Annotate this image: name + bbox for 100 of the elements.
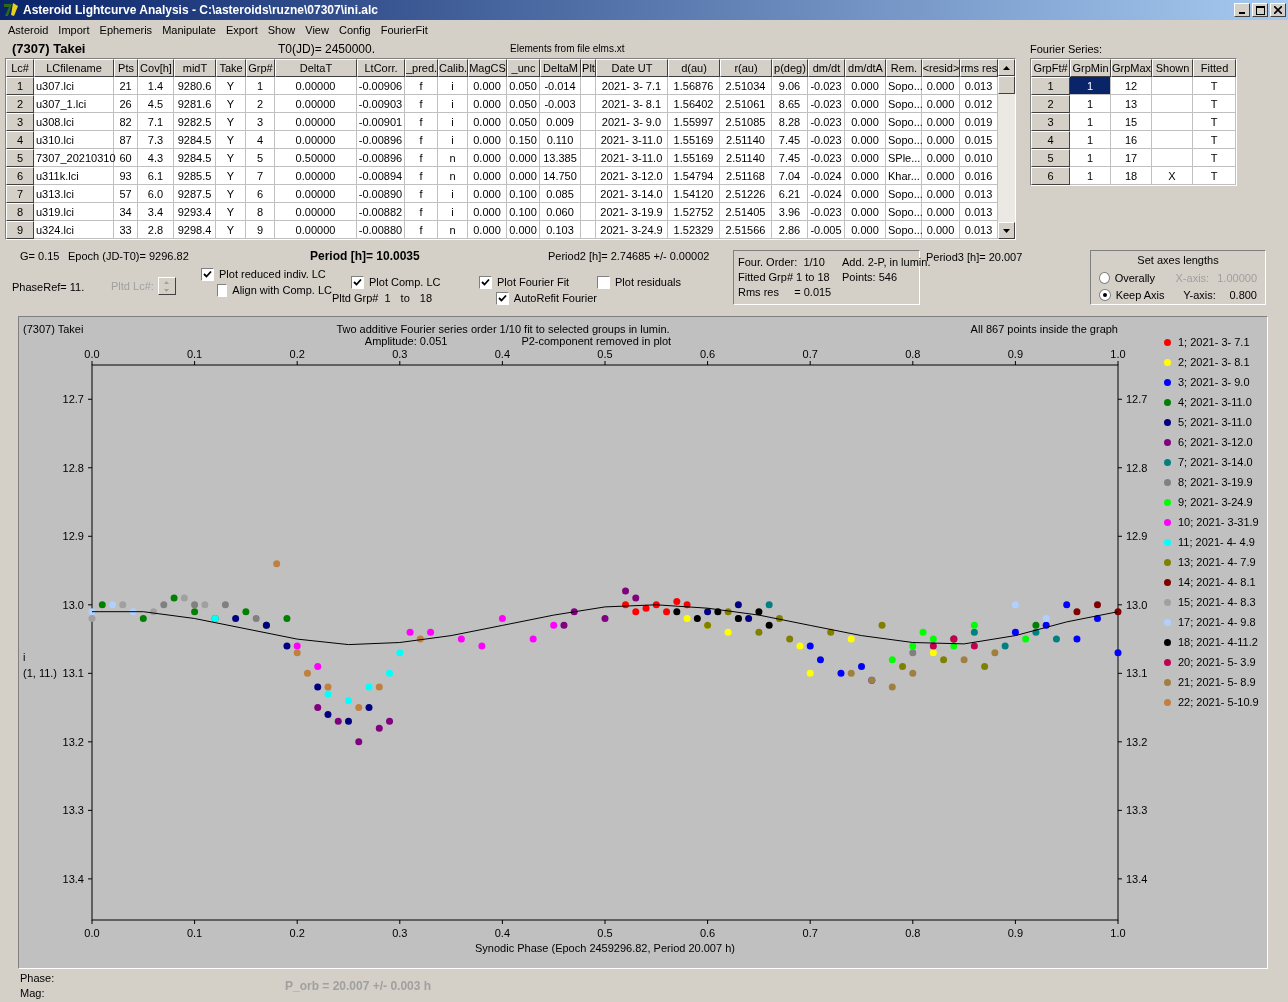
menu-item[interactable]: View xyxy=(300,23,334,36)
column-header[interactable]: GrpMin xyxy=(1070,59,1111,77)
checkbox[interactable] xyxy=(217,283,228,297)
scroll-down-button[interactable] xyxy=(998,222,1015,239)
menu-item[interactable]: Import xyxy=(53,23,95,36)
column-header[interactable]: Rem. xyxy=(886,59,922,77)
column-header[interactable]: Plt xyxy=(581,59,596,77)
row-header[interactable]: 7 xyxy=(6,185,34,203)
table-cell: 1.55169 xyxy=(668,131,720,149)
column-header[interactable]: GrpFt# xyxy=(1031,59,1070,77)
row-header[interactable]: 3 xyxy=(6,113,34,131)
column-header[interactable]: r(au) xyxy=(720,59,772,77)
table-cell[interactable]: T xyxy=(1193,131,1236,149)
column-header[interactable]: Date UT xyxy=(596,59,668,77)
table-cell[interactable]: 16 xyxy=(1111,131,1152,149)
menu-item[interactable]: Config xyxy=(333,23,376,36)
table-cell[interactable] xyxy=(1152,95,1193,113)
menu-item[interactable]: Asteroid xyxy=(3,23,54,36)
checkbox[interactable] xyxy=(351,275,364,289)
column-header[interactable]: DeltaM xyxy=(540,59,581,77)
column-header[interactable]: Cov[h] xyxy=(138,59,174,77)
table-cell[interactable]: T xyxy=(1193,95,1236,113)
table-cell[interactable] xyxy=(1152,77,1193,95)
column-header[interactable]: dm/dt xyxy=(808,59,845,77)
menu-item[interactable]: FourierFit xyxy=(375,23,433,36)
data-point xyxy=(847,669,855,677)
row-header[interactable]: 1 xyxy=(6,77,34,95)
row-header[interactable]: 5 xyxy=(1031,149,1070,167)
table-cell[interactable]: 1 xyxy=(1070,131,1111,149)
column-header[interactable]: _pred. xyxy=(405,59,438,77)
table-cell[interactable]: 1 xyxy=(1070,167,1111,185)
table-cell[interactable]: T xyxy=(1193,113,1236,131)
table-cell[interactable]: T xyxy=(1193,167,1236,185)
table-cell[interactable]: T xyxy=(1193,77,1236,95)
table-cell[interactable]: 18 xyxy=(1111,167,1152,185)
table-cell[interactable]: 17 xyxy=(1111,149,1152,167)
minimize-button[interactable] xyxy=(1234,3,1250,17)
spin-button[interactable] xyxy=(157,277,176,295)
row-header[interactable]: 9 xyxy=(6,221,34,239)
radio-button[interactable] xyxy=(1099,288,1111,301)
column-header[interactable]: rms res xyxy=(960,59,998,77)
table-cell[interactable]: 1 xyxy=(1070,149,1111,167)
column-header[interactable]: MagCS xyxy=(468,59,507,77)
table-cell[interactable]: X xyxy=(1152,167,1193,185)
column-header[interactable]: Shown xyxy=(1152,59,1193,77)
menu-item[interactable]: Export xyxy=(220,23,263,36)
column-header[interactable]: GrpMax xyxy=(1111,59,1152,77)
checkbox[interactable] xyxy=(201,267,214,281)
column-header[interactable]: midT xyxy=(174,59,216,77)
menu-item[interactable]: Show xyxy=(262,23,301,36)
menu-item[interactable]: Manipulate xyxy=(157,23,221,36)
table-cell[interactable]: T xyxy=(1193,149,1236,167)
table-cell[interactable] xyxy=(1152,131,1193,149)
table-cell[interactable]: 15 xyxy=(1111,113,1152,131)
row-header[interactable]: 5 xyxy=(6,149,34,167)
scrollbar[interactable] xyxy=(998,59,1015,239)
table-cell: 0.000 xyxy=(845,113,886,131)
table-cell[interactable]: 1 xyxy=(1070,77,1111,95)
row-header[interactable]: 6 xyxy=(1031,167,1070,185)
epoch-value: Epoch (JD-T0)= 9296.82 xyxy=(68,250,190,262)
column-header[interactable]: Pts xyxy=(114,59,138,77)
row-header[interactable]: 4 xyxy=(6,131,34,149)
column-header[interactable]: Fitted xyxy=(1193,59,1236,77)
close-button[interactable] xyxy=(1270,3,1286,17)
table-cell[interactable]: 1 xyxy=(1070,95,1111,113)
checkbox[interactable] xyxy=(597,275,610,289)
column-header[interactable]: DeltaT xyxy=(275,59,357,77)
checkbox[interactable] xyxy=(496,291,509,305)
menu-item[interactable]: Ephemeris xyxy=(94,23,158,36)
maximize-button[interactable] xyxy=(1252,3,1268,17)
row-header[interactable]: 1 xyxy=(1031,77,1070,95)
row-header[interactable]: 2 xyxy=(1031,95,1070,113)
table-cell[interactable] xyxy=(1152,149,1193,167)
row-header[interactable]: 3 xyxy=(1031,113,1070,131)
column-header[interactable]: LtCorr. xyxy=(357,59,405,77)
column-header[interactable]: Grp# xyxy=(246,59,275,77)
row-header[interactable]: 6 xyxy=(6,167,34,185)
radio-button[interactable] xyxy=(1099,271,1110,284)
scrollbar-thumb[interactable] xyxy=(998,76,1015,94)
column-header[interactable]: Take xyxy=(216,59,246,77)
column-header[interactable]: d(au) xyxy=(668,59,720,77)
table-cell: f xyxy=(405,95,438,113)
scroll-up-button[interactable] xyxy=(998,59,1015,76)
column-header[interactable]: LCfilename xyxy=(34,59,114,77)
column-header[interactable]: <resid> xyxy=(922,59,960,77)
table-cell[interactable]: 1 xyxy=(1070,113,1111,131)
tick-label: 0.5 xyxy=(597,927,613,939)
column-header[interactable]: Calib. xyxy=(438,59,468,77)
table-cell[interactable]: 12 xyxy=(1111,77,1152,95)
column-header[interactable]: dm/dtA xyxy=(845,59,886,77)
column-header[interactable]: Lc# xyxy=(6,59,34,77)
table-cell[interactable]: 13 xyxy=(1111,95,1152,113)
row-header[interactable]: 4 xyxy=(1031,131,1070,149)
column-header[interactable]: _unc xyxy=(507,59,540,77)
column-header[interactable]: p(deg) xyxy=(772,59,808,77)
row-header[interactable]: 2 xyxy=(6,95,34,113)
table-cell: 1.4 xyxy=(138,77,174,95)
table-cell[interactable] xyxy=(1152,113,1193,131)
checkbox[interactable] xyxy=(479,275,492,289)
row-header[interactable]: 8 xyxy=(6,203,34,221)
